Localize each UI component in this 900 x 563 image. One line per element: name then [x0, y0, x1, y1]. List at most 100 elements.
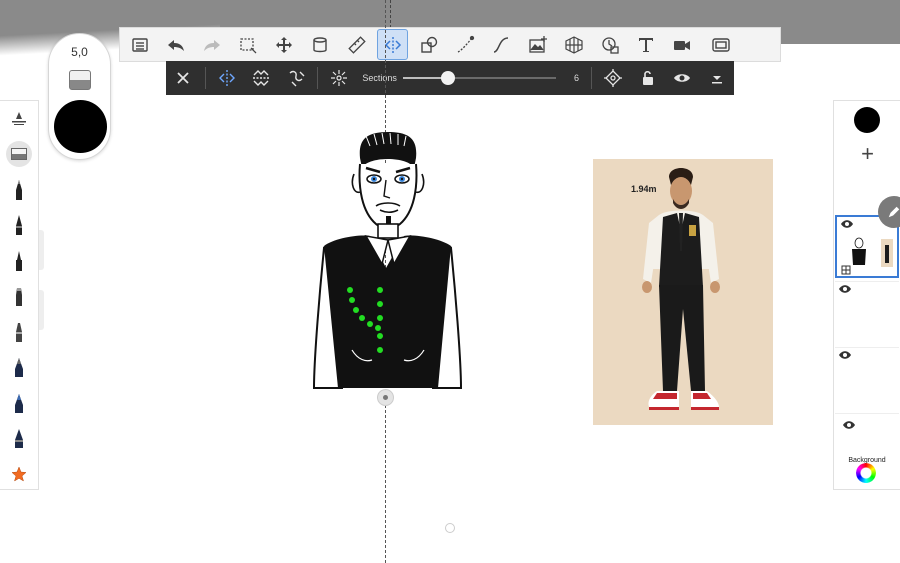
pencil-icon [888, 206, 900, 218]
favorites-button[interactable] [0, 456, 38, 492]
brush-panel-tab[interactable] [39, 230, 44, 270]
undo-button[interactable] [160, 29, 191, 60]
record-icon [674, 40, 691, 50]
symmetry-mirror-button[interactable] [209, 61, 244, 95]
symmetry-options-bar: Sections 6 [166, 61, 734, 95]
fineliner-brush-icon [16, 250, 22, 271]
add-layer-button[interactable]: + [834, 139, 900, 169]
brush-panel-tab[interactable] [39, 290, 44, 330]
symmetry-guide-top [390, 0, 391, 28]
eye-icon[interactable] [843, 420, 855, 430]
main-toolbar [119, 27, 781, 62]
airbrush-brush-icon [16, 322, 22, 342]
curve-button[interactable] [486, 29, 517, 60]
symmetry-horizontal-button[interactable] [244, 61, 279, 95]
pencil-brush-button[interactable] [0, 172, 38, 208]
close-icon [177, 72, 189, 84]
eye-icon[interactable] [839, 350, 851, 360]
loading-indicator [445, 523, 455, 533]
eye-icon[interactable] [841, 219, 853, 229]
rotate-symmetry-icon [289, 70, 305, 87]
shapes-button[interactable] [414, 29, 445, 60]
import-image-icon [528, 35, 547, 53]
airbrush-brush-button[interactable] [0, 314, 38, 350]
watercolor-brush-icon [15, 393, 23, 413]
stroke-button[interactable] [450, 29, 481, 60]
redo-button[interactable] [196, 29, 227, 60]
ruler-icon [347, 35, 366, 54]
timelapse-button[interactable] [594, 29, 625, 60]
canvas-drawing[interactable] [310, 128, 465, 393]
color-wheel-icon[interactable] [856, 463, 876, 483]
brush-settings-icon [12, 111, 26, 125]
pencil-brush-icon [16, 179, 22, 200]
selection-button[interactable] [233, 29, 264, 60]
eraser-icon [6, 141, 32, 168]
perspective-icon [565, 35, 583, 54]
undo-icon [167, 39, 184, 51]
current-color-swatch[interactable] [54, 100, 107, 153]
divider [591, 67, 593, 89]
fullscreen-button[interactable] [705, 29, 736, 60]
sections-slider[interactable] [402, 61, 557, 95]
gallery-button[interactable] [124, 29, 155, 60]
mirror-symmetry-icon [218, 70, 235, 86]
gallery-icon [131, 37, 148, 52]
opacity-icon[interactable] [69, 70, 91, 90]
brush-puck[interactable]: 5,0 [48, 33, 111, 160]
paint-brush-icon [15, 358, 23, 378]
timelapse-icon [602, 36, 619, 54]
eye-icon [674, 74, 691, 82]
slider-thumb[interactable] [440, 71, 455, 85]
center-symmetry-button[interactable] [596, 61, 631, 95]
import-image-button[interactable] [522, 29, 553, 60]
reference-image[interactable] [593, 159, 773, 425]
paint-brush-button[interactable] [0, 350, 38, 386]
symmetry-center-handle[interactable] [377, 389, 394, 406]
brush-panel [0, 100, 39, 490]
brush-settings-button[interactable] [0, 101, 38, 137]
record-button[interactable] [667, 29, 698, 60]
marker-brush-button[interactable] [0, 279, 38, 315]
layer-thumbnail [843, 235, 895, 269]
fineliner-brush-button[interactable] [0, 243, 38, 279]
calligraphy-brush-button[interactable] [0, 421, 38, 457]
layer-lock-icon [841, 265, 851, 275]
lock-button[interactable] [631, 61, 666, 95]
fill-button[interactable] [305, 29, 336, 60]
collapse-button[interactable] [700, 61, 735, 95]
shapes-icon [421, 36, 438, 53]
ink-brush-button[interactable] [0, 208, 38, 244]
star-icon [11, 466, 27, 482]
symmetry-button[interactable] [377, 29, 409, 60]
symmetry-rotate-button[interactable] [278, 61, 313, 95]
eraser-brush-button[interactable] [0, 137, 38, 173]
ink-brush-icon [16, 215, 22, 236]
layer-item-3[interactable] [835, 347, 899, 410]
layer-color-button[interactable] [854, 107, 880, 133]
perspective-button[interactable] [558, 29, 589, 60]
stroke-icon [457, 35, 475, 53]
layer-item-2[interactable] [835, 281, 899, 344]
eye-icon[interactable] [839, 284, 851, 294]
symmetry-kaleidoscope-button[interactable] [322, 61, 357, 95]
close-symmetry-button[interactable] [166, 61, 201, 95]
horizontal-symmetry-icon [253, 70, 270, 86]
ruler-button[interactable] [341, 29, 372, 60]
watercolor-brush-button[interactable] [0, 385, 38, 421]
text-icon [639, 37, 654, 52]
brush-size-value[interactable]: 5,0 [49, 45, 110, 59]
fullscreen-icon [711, 37, 730, 52]
sections-label: Sections [362, 73, 397, 83]
marker-brush-icon [16, 288, 22, 307]
transform-button[interactable] [269, 29, 300, 60]
text-button[interactable] [631, 29, 662, 60]
transform-icon [276, 36, 293, 53]
curve-icon [494, 36, 509, 53]
sections-value: 6 [574, 73, 580, 83]
divider [316, 67, 318, 89]
layer-panel: + Background [833, 100, 900, 490]
redo-icon [203, 39, 220, 51]
visibility-button[interactable] [665, 61, 700, 95]
selection-icon [240, 37, 257, 53]
